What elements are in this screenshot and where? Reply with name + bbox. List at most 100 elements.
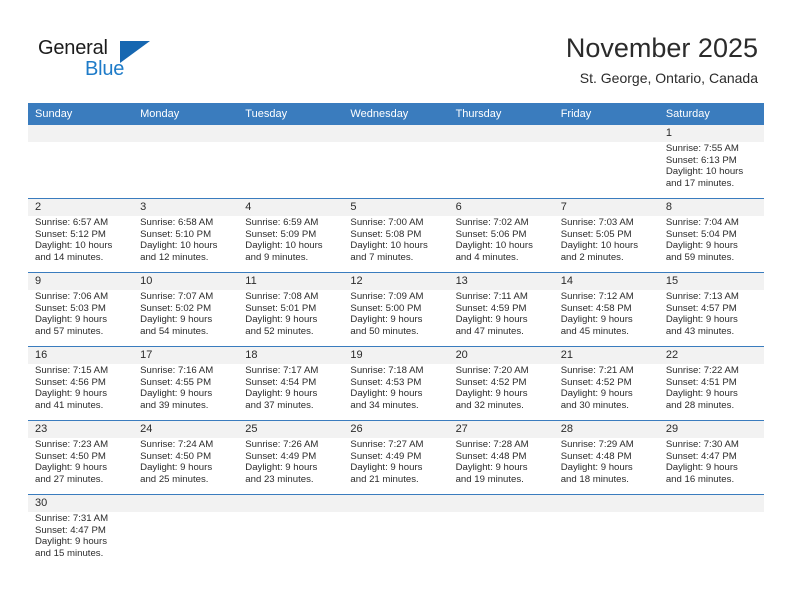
day-cell[interactable]: 30 Sunrise: 7:31 AM Sunset: 4:47 PM Dayli… <box>28 495 133 568</box>
day-cell-empty <box>659 495 764 568</box>
day-cell[interactable]: 1 Sunrise: 7:55 AM Sunset: 6:13 PM Daylig… <box>659 125 764 198</box>
day-cell[interactable]: 20 Sunrise: 7:20 AM Sunset: 4:52 PM Dayli… <box>449 347 554 420</box>
calendar-week-row: 1 Sunrise: 7:55 AM Sunset: 6:13 PM Daylig… <box>28 125 764 199</box>
day-number: 6 <box>455 201 462 213</box>
calendar-weeks: 1 Sunrise: 7:55 AM Sunset: 6:13 PM Daylig… <box>28 125 764 568</box>
day-cell[interactable]: 7 Sunrise: 7:03 AM Sunset: 5:05 PM Daylig… <box>554 199 659 272</box>
day-number: 18 <box>245 349 258 361</box>
weekday-header-thursday: Thursday <box>455 108 502 120</box>
day-cell[interactable]: 25 Sunrise: 7:26 AM Sunset: 4:49 PM Dayli… <box>238 421 343 494</box>
day-number: 28 <box>560 423 573 435</box>
day-cell[interactable]: 15 Sunrise: 7:13 AM Sunset: 4:57 PM Dayli… <box>659 273 764 346</box>
day-cell[interactable]: 9 Sunrise: 7:06 AM Sunset: 5:03 PM Daylig… <box>28 273 133 346</box>
day-cell-empty <box>554 125 659 198</box>
day-number: 3 <box>140 201 147 213</box>
day-cell[interactable]: 2 Sunrise: 6:57 AM Sunset: 5:12 PM Daylig… <box>28 199 133 272</box>
day-cell[interactable]: 18 Sunrise: 7:17 AM Sunset: 4:54 PM Dayli… <box>238 347 343 420</box>
day-sun-info: Sunrise: 7:24 AM Sunset: 4:50 PM Dayligh… <box>140 439 214 485</box>
general-blue-logo[interactable]: General Blue <box>38 36 158 86</box>
day-cell[interactable]: 11 Sunrise: 7:08 AM Sunset: 5:01 PM Dayli… <box>238 273 343 346</box>
day-cell[interactable]: 24 Sunrise: 7:24 AM Sunset: 4:50 PM Dayli… <box>133 421 238 494</box>
day-number: 13 <box>455 275 468 287</box>
day-cell-empty <box>133 125 238 198</box>
calendar-week-row: 9 Sunrise: 7:06 AM Sunset: 5:03 PM Daylig… <box>28 273 764 347</box>
day-cell-empty <box>238 495 343 568</box>
day-sun-info: Sunrise: 7:23 AM Sunset: 4:50 PM Dayligh… <box>35 439 109 485</box>
day-cell-empty <box>28 125 133 198</box>
day-cell[interactable]: 23 Sunrise: 7:23 AM Sunset: 4:50 PM Dayli… <box>28 421 133 494</box>
day-cell[interactable]: 22 Sunrise: 7:22 AM Sunset: 4:51 PM Dayli… <box>659 347 764 420</box>
day-number: 22 <box>665 349 679 361</box>
day-number: 11 <box>245 275 257 287</box>
day-cell[interactable]: 21 Sunrise: 7:21 AM Sunset: 4:52 PM Dayli… <box>554 347 659 420</box>
day-number: 30 <box>35 497 48 509</box>
calendar-week-cells: 1 Sunrise: 7:55 AM Sunset: 6:13 PM Daylig… <box>28 125 764 198</box>
logo-triangle-icon <box>120 41 150 63</box>
day-number: 23 <box>35 423 48 435</box>
day-number: 29 <box>665 423 679 435</box>
day-sun-info: Sunrise: 7:11 AM Sunset: 4:59 PM Dayligh… <box>455 291 528 337</box>
weekday-header-sunday: Sunday <box>35 108 73 120</box>
day-number: 7 <box>560 201 567 213</box>
day-cell[interactable]: 3 Sunrise: 6:58 AM Sunset: 5:10 PM Daylig… <box>133 199 238 272</box>
day-number: 17 <box>140 349 153 361</box>
day-sun-info: Sunrise: 7:12 AM Sunset: 4:58 PM Dayligh… <box>560 291 634 337</box>
weekday-header-wednesday: Wednesday <box>350 108 409 120</box>
day-sun-info: Sunrise: 7:18 AM Sunset: 4:53 PM Dayligh… <box>350 365 424 411</box>
day-number: 4 <box>245 201 252 213</box>
day-sun-info: Sunrise: 7:29 AM Sunset: 4:48 PM Dayligh… <box>560 439 634 485</box>
calendar-week-cells: 16 Sunrise: 7:15 AM Sunset: 4:56 PM Dayli… <box>28 347 764 420</box>
day-sun-info: Sunrise: 7:22 AM Sunset: 4:51 PM Dayligh… <box>665 365 739 411</box>
day-cell[interactable]: 26 Sunrise: 7:27 AM Sunset: 4:49 PM Dayli… <box>343 421 448 494</box>
day-cell[interactable]: 27 Sunrise: 7:28 AM Sunset: 4:48 PM Dayli… <box>449 421 554 494</box>
day-cell[interactable]: 10 Sunrise: 7:07 AM Sunset: 5:02 PM Dayli… <box>133 273 238 346</box>
day-number: 14 <box>560 275 573 287</box>
calendar-week-cells: 30 Sunrise: 7:31 AM Sunset: 4:47 PM Dayli… <box>28 495 764 568</box>
day-cell[interactable]: 16 Sunrise: 7:15 AM Sunset: 4:56 PM Dayli… <box>28 347 133 420</box>
day-number: 8 <box>665 201 672 213</box>
day-number: 20 <box>455 349 468 361</box>
day-cell[interactable]: 29 Sunrise: 7:30 AM Sunset: 4:47 PM Dayli… <box>659 421 764 494</box>
title-block: November 2025 St. George, Ontario, Canad… <box>566 32 758 87</box>
day-sun-info: Sunrise: 7:26 AM Sunset: 4:49 PM Dayligh… <box>245 439 319 485</box>
day-sun-info: Sunrise: 7:20 AM Sunset: 4:52 PM Dayligh… <box>455 365 529 411</box>
day-cell[interactable]: 5 Sunrise: 7:00 AM Sunset: 5:08 PM Daylig… <box>343 199 448 272</box>
page-title: November 2025 <box>565 33 758 63</box>
day-sun-info: Sunrise: 7:15 AM Sunset: 4:56 PM Dayligh… <box>35 365 109 411</box>
day-cell[interactable]: 28 Sunrise: 7:29 AM Sunset: 4:48 PM Dayli… <box>554 421 659 494</box>
day-cell[interactable]: 8 Sunrise: 7:04 AM Sunset: 5:04 PM Daylig… <box>659 199 764 272</box>
day-number: 12 <box>350 275 363 287</box>
day-number: 19 <box>350 349 363 361</box>
day-cell-empty <box>449 495 554 568</box>
day-number: 2 <box>35 201 42 213</box>
day-sun-info: Sunrise: 7:04 AM Sunset: 5:04 PM Dayligh… <box>665 217 739 263</box>
weekday-header-friday: Friday <box>560 108 592 120</box>
weekday-header-tuesday: Tuesday <box>245 108 288 120</box>
day-cell[interactable]: 6 Sunrise: 7:02 AM Sunset: 5:06 PM Daylig… <box>449 199 554 272</box>
page-header: General Blue November 2025 St. George, O… <box>0 0 792 103</box>
day-sun-info: Sunrise: 7:31 AM Sunset: 4:47 PM Dayligh… <box>35 513 109 559</box>
day-cell[interactable]: 19 Sunrise: 7:18 AM Sunset: 4:53 PM Dayli… <box>343 347 448 420</box>
logo-text-blue: Blue <box>85 58 125 80</box>
day-cell-empty <box>238 125 343 198</box>
day-cell-empty <box>449 125 554 198</box>
day-cell[interactable]: 12 Sunrise: 7:09 AM Sunset: 5:00 PM Dayli… <box>343 273 448 346</box>
calendar-week-row: 16 Sunrise: 7:15 AM Sunset: 4:56 PM Dayli… <box>28 347 764 421</box>
day-cell[interactable]: 4 Sunrise: 6:59 AM Sunset: 5:09 PM Daylig… <box>238 199 343 272</box>
day-sun-info: Sunrise: 7:30 AM Sunset: 4:47 PM Dayligh… <box>665 439 739 485</box>
day-sun-info: Sunrise: 7:09 AM Sunset: 5:00 PM Dayligh… <box>350 291 424 337</box>
day-number: 21 <box>560 349 573 361</box>
day-cell[interactable]: 17 Sunrise: 7:16 AM Sunset: 4:55 PM Dayli… <box>133 347 238 420</box>
day-sun-info: Sunrise: 7:21 AM Sunset: 4:52 PM Dayligh… <box>560 365 634 411</box>
calendar-grid: Sunday Monday Tuesday Wednesday Thursday Frid… <box>28 103 764 568</box>
day-sun-info: Sunrise: 7:02 AM Sunset: 5:06 PM Dayligh… <box>455 217 533 263</box>
day-number: 16 <box>35 349 48 361</box>
day-cell[interactable]: 14 Sunrise: 7:12 AM Sunset: 4:58 PM Dayli… <box>554 273 659 346</box>
day-cell-empty <box>343 495 448 568</box>
day-sun-info: Sunrise: 6:58 AM Sunset: 5:10 PM Dayligh… <box>140 217 218 263</box>
day-number: 5 <box>350 201 357 213</box>
day-cell[interactable]: 13 Sunrise: 7:11 AM Sunset: 4:59 PM Dayli… <box>449 273 554 346</box>
calendar-week-row: 2 Sunrise: 6:57 AM Sunset: 5:12 PM Daylig… <box>28 199 764 273</box>
day-sun-info: Sunrise: 7:08 AM Sunset: 5:01 PM Dayligh… <box>245 291 319 337</box>
calendar-week-cells: 2 Sunrise: 6:57 AM Sunset: 5:12 PM Daylig… <box>28 199 764 272</box>
